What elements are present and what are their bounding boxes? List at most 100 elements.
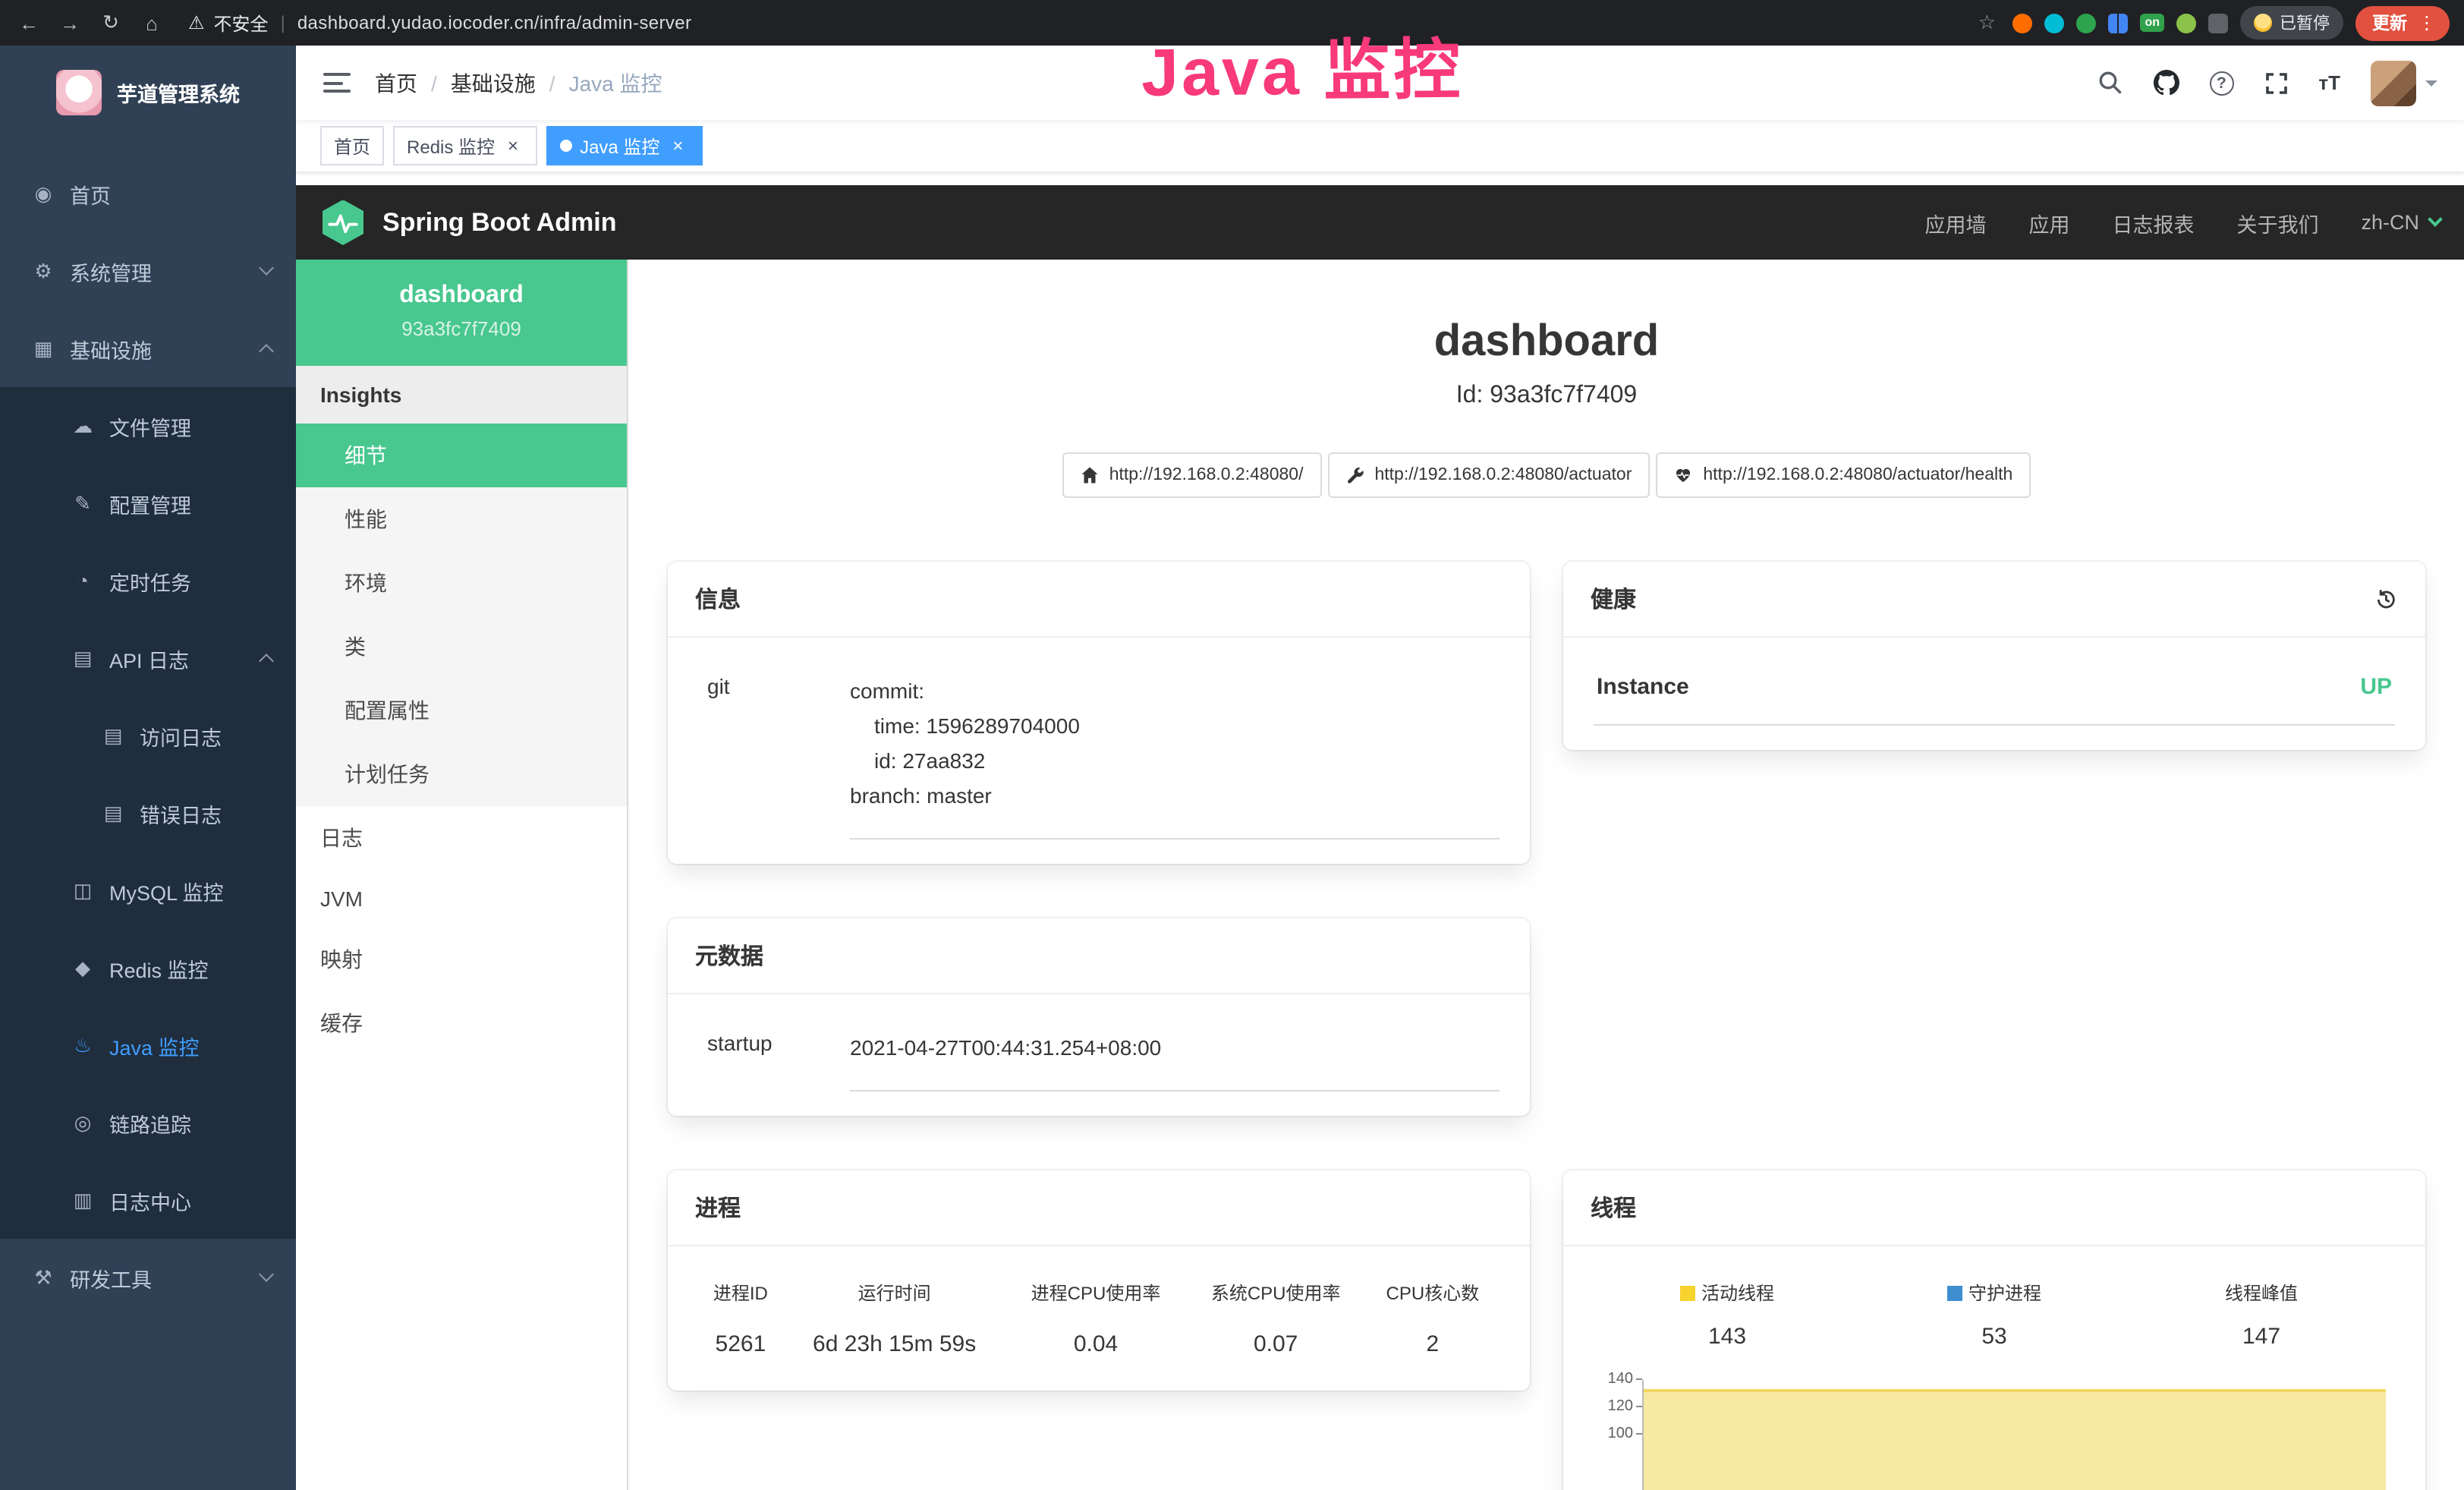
sidebar-item-dev-tools[interactable]: ⚒ 研发工具 bbox=[0, 1239, 296, 1316]
health-url-button[interactable]: http://192.168.0.2:48080/actuator/health bbox=[1656, 452, 2031, 498]
sba-sidebar-jvm[interactable]: JVM bbox=[296, 870, 627, 928]
address-url[interactable]: dashboard.yudao.iocoder.cn/infra/admin-s… bbox=[297, 12, 692, 33]
sidebar-item-scheduled-jobs[interactable]: ◔ 定时任务 bbox=[0, 542, 296, 619]
legend-label: 守护进程 bbox=[1968, 1280, 2041, 1306]
sidebar-item-label: 首页 bbox=[70, 178, 111, 209]
service-url-button[interactable]: http://192.168.0.2:48080/ bbox=[1062, 452, 1322, 498]
history-icon[interactable] bbox=[2374, 587, 2398, 611]
sidebar-item-label: 日志中心 bbox=[109, 1185, 191, 1215]
extension-icon-4[interactable] bbox=[2108, 13, 2128, 33]
sidebar-item-label: API 日志 bbox=[109, 643, 189, 673]
threads-chart: 140 120 100 bbox=[1594, 1377, 2395, 1490]
sba-nav-wallboard[interactable]: 应用墙 bbox=[1924, 207, 1986, 238]
extension-icon-5[interactable] bbox=[2176, 13, 2196, 33]
col-header: 进程ID bbox=[698, 1271, 783, 1315]
extension-icon-1[interactable] bbox=[2012, 13, 2032, 33]
sidebar-item-infrastructure[interactable]: ▦ 基础设施 bbox=[0, 310, 296, 387]
close-icon[interactable]: × bbox=[502, 135, 524, 156]
breadcrumb-home[interactable]: 首页 bbox=[375, 68, 417, 98]
process-card: 进程 进程ID 运行时间 进程CPU使用率 系统CPU使用率 bbox=[668, 1170, 1530, 1391]
sidebar-toggle[interactable] bbox=[323, 73, 351, 93]
sidebar-item-api-log[interactable]: ▤ API 日志 bbox=[0, 619, 296, 697]
fullscreen-icon[interactable] bbox=[2264, 71, 2288, 95]
sba-sidebar-environment[interactable]: 环境 bbox=[296, 551, 627, 615]
sba-sidebar-caches[interactable]: 缓存 bbox=[296, 991, 627, 1055]
update-button[interactable]: 更新 ⋮ bbox=[2355, 5, 2450, 40]
sidebar-item-mysql-monitor[interactable]: ◫ MySQL 监控 bbox=[0, 852, 296, 929]
sidebar-item-access-log[interactable]: ▤ 访问日志 bbox=[0, 697, 296, 774]
forward-icon[interactable]: → bbox=[56, 11, 83, 34]
java-icon: ♨ bbox=[70, 1033, 96, 1057]
sidebar-item-java-monitor[interactable]: ♨ Java 监控 bbox=[0, 1006, 296, 1084]
legend-peak-threads: 线程峰值 147 bbox=[2128, 1280, 2395, 1350]
sidebar-item-file-manage[interactable]: ☁ 文件管理 bbox=[0, 387, 296, 465]
font-size-icon[interactable]: тT bbox=[2318, 71, 2340, 94]
locale-selector[interactable]: zh-CN bbox=[2361, 211, 2440, 234]
sidebar-item-tracing[interactable]: ◎ 链路追踪 bbox=[0, 1084, 296, 1161]
sba-brand[interactable]: Spring Boot Admin bbox=[320, 200, 617, 245]
back-icon[interactable]: ← bbox=[15, 11, 42, 34]
extension-icon-6[interactable] bbox=[2208, 13, 2228, 33]
sba-sidebar-classes[interactable]: 类 bbox=[296, 615, 627, 679]
help-icon[interactable]: ? bbox=[2209, 71, 2233, 95]
security-label[interactable]: 不安全 bbox=[214, 10, 269, 36]
tag-java-monitor[interactable]: Java 监控 × bbox=[546, 126, 702, 165]
sba-sidebar-details[interactable]: 细节 bbox=[296, 424, 627, 487]
tag-redis-monitor[interactable]: Redis 监控 × bbox=[393, 126, 537, 165]
sba-brand-title: Spring Boot Admin bbox=[382, 207, 617, 238]
close-icon[interactable]: × bbox=[667, 135, 688, 156]
breadcrumb-separator: / bbox=[431, 71, 437, 95]
extension-on-badge[interactable]: on bbox=[2140, 14, 2164, 32]
sba-sidebar-logs[interactable]: 日志 bbox=[296, 806, 627, 870]
bookmark-star-icon[interactable]: ☆ bbox=[1973, 11, 2000, 35]
avatar[interactable] bbox=[2371, 60, 2416, 106]
sidebar-item-home[interactable]: ◉ 首页 bbox=[0, 155, 296, 232]
address-bar[interactable]: ⚠ 不安全 | dashboard.yudao.iocoder.cn/infra… bbox=[188, 10, 691, 36]
update-label: 更新 bbox=[2372, 10, 2407, 34]
instance-links: http://192.168.0.2:48080/ http://192.168… bbox=[628, 452, 2464, 498]
sba-sidebar-config-props[interactable]: 配置属性 bbox=[296, 679, 627, 742]
tag-home[interactable]: 首页 bbox=[320, 126, 384, 165]
legend-daemon-threads: 守护进程 53 bbox=[1861, 1280, 2128, 1350]
sidebar-item-config-manage[interactable]: ✎ 配置管理 bbox=[0, 465, 296, 542]
extension-icon-2[interactable] bbox=[2044, 13, 2064, 33]
tick-mark bbox=[1636, 1433, 1642, 1435]
detail-cards: 信息 git commit: time: 1596289704000 id: 2 bbox=[628, 562, 2464, 1490]
git-commit-line: commit: bbox=[850, 674, 1499, 709]
extension-icon-3[interactable] bbox=[2076, 13, 2096, 33]
paused-badge[interactable]: 已暂停 bbox=[2240, 6, 2343, 39]
kebab-menu-icon[interactable]: ⋮ bbox=[2418, 11, 2436, 33]
health-instance-row[interactable]: Instance UP bbox=[1594, 662, 2395, 726]
tick-mark bbox=[1636, 1406, 1642, 1407]
actuator-url-button[interactable]: http://192.168.0.2:48080/actuator bbox=[1327, 452, 1650, 498]
sidebar-item-system[interactable]: ⚙ 系统管理 bbox=[0, 232, 296, 310]
search-icon[interactable] bbox=[2097, 70, 2123, 96]
file-icon: ☁ bbox=[70, 414, 96, 438]
home-icon[interactable]: ⌂ bbox=[138, 11, 165, 34]
sba-sidebar-insights: Insights bbox=[296, 366, 627, 424]
sba-sidebar-mappings[interactable]: 映射 bbox=[296, 928, 627, 991]
legend-label: 线程峰值 bbox=[2225, 1280, 2298, 1306]
sba-sidebar-scheduled-tasks[interactable]: 计划任务 bbox=[296, 742, 627, 806]
legend-value: 147 bbox=[2128, 1324, 2395, 1350]
user-menu[interactable] bbox=[2371, 60, 2437, 106]
sidebar-item-log-center[interactable]: ▥ 日志中心 bbox=[0, 1161, 296, 1239]
reload-icon[interactable]: ↻ bbox=[97, 11, 124, 35]
card-title: 信息 bbox=[695, 583, 741, 615]
admin-sidebar: 芋道管理系统 ◉ 首页 ⚙ 系统管理 ▦ 基础设施 bbox=[0, 46, 296, 1490]
sidebar-item-redis-monitor[interactable]: ◆ Redis 监控 bbox=[0, 929, 296, 1006]
breadcrumb-infrastructure[interactable]: 基础设施 bbox=[451, 68, 536, 98]
sidebar-item-error-log[interactable]: ▤ 错误日志 bbox=[0, 774, 296, 852]
app-logo[interactable]: 芋道管理系统 bbox=[0, 46, 296, 140]
breadcrumb-separator: / bbox=[549, 71, 555, 95]
sba-sidebar-metrics[interactable]: 性能 bbox=[296, 487, 627, 551]
sba-instance-header[interactable]: dashboard 93a3fc7f7409 bbox=[296, 260, 627, 366]
sba-nav-applications[interactable]: 应用 bbox=[2028, 207, 2069, 238]
sba-nav-journal[interactable]: 日志报表 bbox=[2112, 207, 2194, 238]
sidebar-item-label: 定时任务 bbox=[109, 565, 191, 596]
github-icon[interactable] bbox=[2153, 70, 2179, 96]
y-axis-tick: 100 bbox=[1594, 1425, 1633, 1442]
sba-nav-about[interactable]: 关于我们 bbox=[2236, 207, 2318, 238]
metadata-value: 2021-04-27T00:44:31.254+08:00 bbox=[850, 1019, 1499, 1092]
legend-swatch-yellow bbox=[1680, 1285, 1695, 1300]
